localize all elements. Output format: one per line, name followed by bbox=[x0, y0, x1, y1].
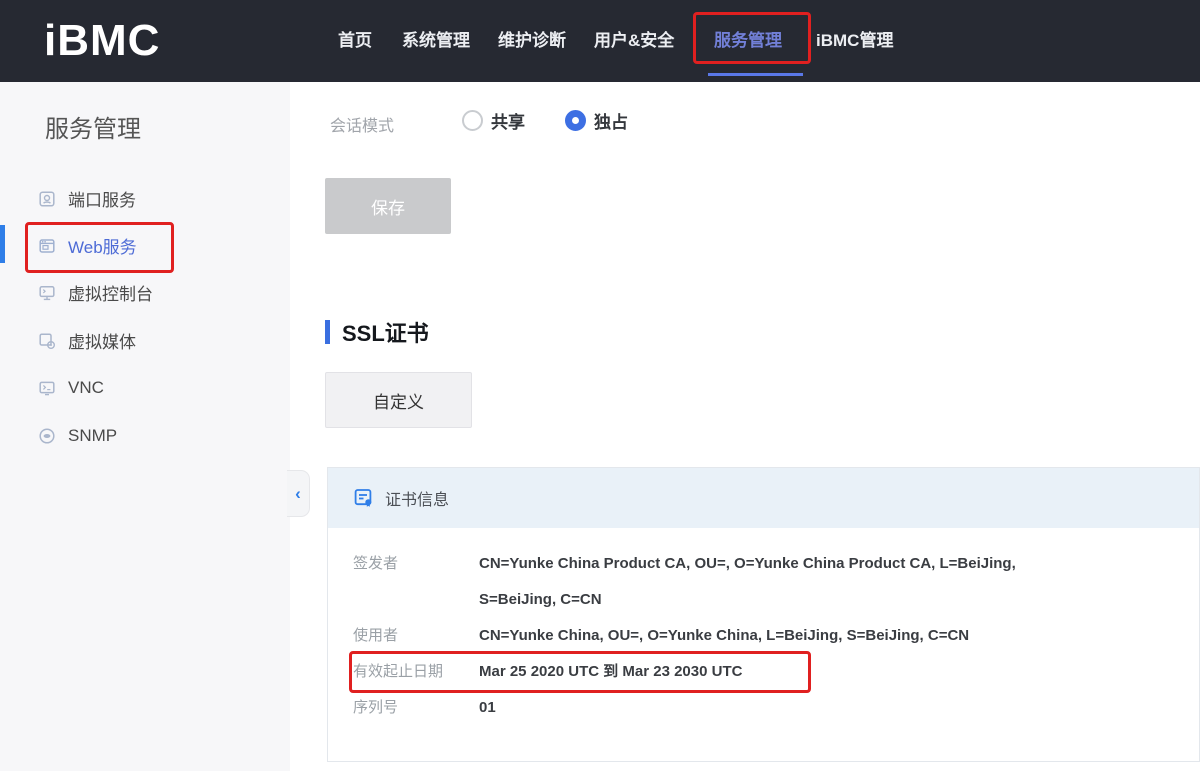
cert-row-value: 01 bbox=[479, 690, 496, 726]
ibmc-page: iBMC 首页 系统管理 维护诊断 用户&安全 服务管理 iBMC管理 服务管理… bbox=[0, 0, 1200, 771]
virtual-media-icon bbox=[38, 332, 56, 350]
sidebar-title: 服务管理 bbox=[45, 109, 141, 144]
nav-item-home[interactable]: 首页 bbox=[338, 0, 372, 82]
active-item-indicator bbox=[0, 225, 5, 263]
ssl-certificate-section-title: SSL证书 bbox=[342, 316, 429, 348]
sidebar-item-label: SNMP bbox=[68, 426, 117, 446]
cert-row-subject: 使用者 CN=Yunke China, OU=, O=Yunke China, … bbox=[353, 618, 1174, 654]
sidebar-item-virtual-console[interactable]: 虚拟控制台 bbox=[0, 269, 290, 316]
nav-item-ibmc-management[interactable]: iBMC管理 bbox=[816, 0, 893, 82]
sidebar-collapse-button[interactable]: ‹ bbox=[287, 470, 310, 517]
chevron-left-icon: ‹ bbox=[295, 485, 301, 502]
radio-option-label: 共享 bbox=[491, 108, 525, 133]
save-button[interactable]: 保存 bbox=[325, 178, 451, 234]
nav-item-maintenance-diagnostics[interactable]: 维护诊断 bbox=[498, 0, 566, 82]
certificate-icon bbox=[353, 487, 375, 509]
customize-button[interactable]: 自定义 bbox=[325, 372, 472, 428]
radio-option-shared[interactable]: 共享 bbox=[462, 108, 525, 133]
radio-selected-icon bbox=[565, 110, 586, 131]
cert-row-value: CN=Yunke China Product CA, OU=, O=Yunke … bbox=[479, 546, 1059, 618]
cert-row-validity: 有效起止日期 Mar 25 2020 UTC 到 Mar 23 2030 UTC bbox=[353, 654, 1174, 690]
certificate-panel-header: 证书信息 bbox=[328, 468, 1199, 528]
sidebar-item-port-service[interactable]: 端口服务 bbox=[0, 175, 290, 222]
ibmc-logo[interactable]: iBMC bbox=[44, 0, 160, 82]
cert-row-value: CN=Yunke China, OU=, O=Yunke China, L=Be… bbox=[479, 618, 969, 654]
sidebar-item-label: VNC bbox=[68, 378, 104, 398]
nav-item-user-security[interactable]: 用户&安全 bbox=[594, 0, 674, 82]
vnc-icon bbox=[38, 379, 56, 397]
port-service-icon bbox=[38, 190, 56, 208]
sidebar: 服务管理 端口服务 Web服务 虚拟控制台 虚拟媒体 VNC SNMP bbox=[0, 82, 290, 771]
cert-row-value: Mar 25 2020 UTC 到 Mar 23 2030 UTC bbox=[479, 654, 742, 690]
top-navbar: iBMC 首页 系统管理 维护诊断 用户&安全 服务管理 iBMC管理 bbox=[0, 0, 1200, 82]
sidebar-item-snmp[interactable]: SNMP bbox=[0, 412, 290, 459]
certificate-info-panel: 证书信息 签发者 CN=Yunke China Product CA, OU=,… bbox=[327, 467, 1200, 762]
nav-item-system-management[interactable]: 系统管理 bbox=[402, 0, 470, 82]
cert-row-serial-number: 序列号 01 bbox=[353, 690, 1174, 726]
session-mode-label: 会话模式 bbox=[330, 112, 394, 136]
cert-row-label: 序列号 bbox=[353, 690, 479, 726]
virtual-console-icon bbox=[38, 284, 56, 302]
radio-option-exclusive[interactable]: 独占 bbox=[565, 108, 628, 133]
sidebar-item-web-service[interactable]: Web服务 bbox=[0, 222, 290, 269]
cert-row-label: 使用者 bbox=[353, 618, 479, 654]
cert-row-label: 有效起止日期 bbox=[353, 654, 479, 690]
sidebar-item-virtual-media[interactable]: 虚拟媒体 bbox=[0, 317, 290, 364]
radio-unselected-icon bbox=[462, 110, 483, 131]
sidebar-item-label: 虚拟媒体 bbox=[68, 328, 136, 353]
sidebar-item-label: 虚拟控制台 bbox=[68, 280, 153, 305]
active-tab-underline bbox=[708, 73, 803, 76]
cert-row-issuer: 签发者 CN=Yunke China Product CA, OU=, O=Yu… bbox=[353, 546, 1174, 618]
sidebar-item-label: 端口服务 bbox=[68, 186, 136, 211]
section-accent-bar bbox=[325, 320, 330, 344]
certificate-panel-title: 证书信息 bbox=[385, 486, 449, 510]
radio-option-label: 独占 bbox=[594, 108, 628, 133]
certificate-rows: 签发者 CN=Yunke China Product CA, OU=, O=Yu… bbox=[328, 528, 1199, 726]
nav-item-service-management[interactable]: 服务管理 bbox=[714, 0, 782, 82]
sidebar-item-label: Web服务 bbox=[68, 233, 137, 258]
sidebar-item-vnc[interactable]: VNC bbox=[0, 364, 290, 411]
web-service-icon bbox=[38, 237, 56, 255]
snmp-icon bbox=[38, 427, 56, 445]
cert-row-label: 签发者 bbox=[353, 546, 479, 618]
